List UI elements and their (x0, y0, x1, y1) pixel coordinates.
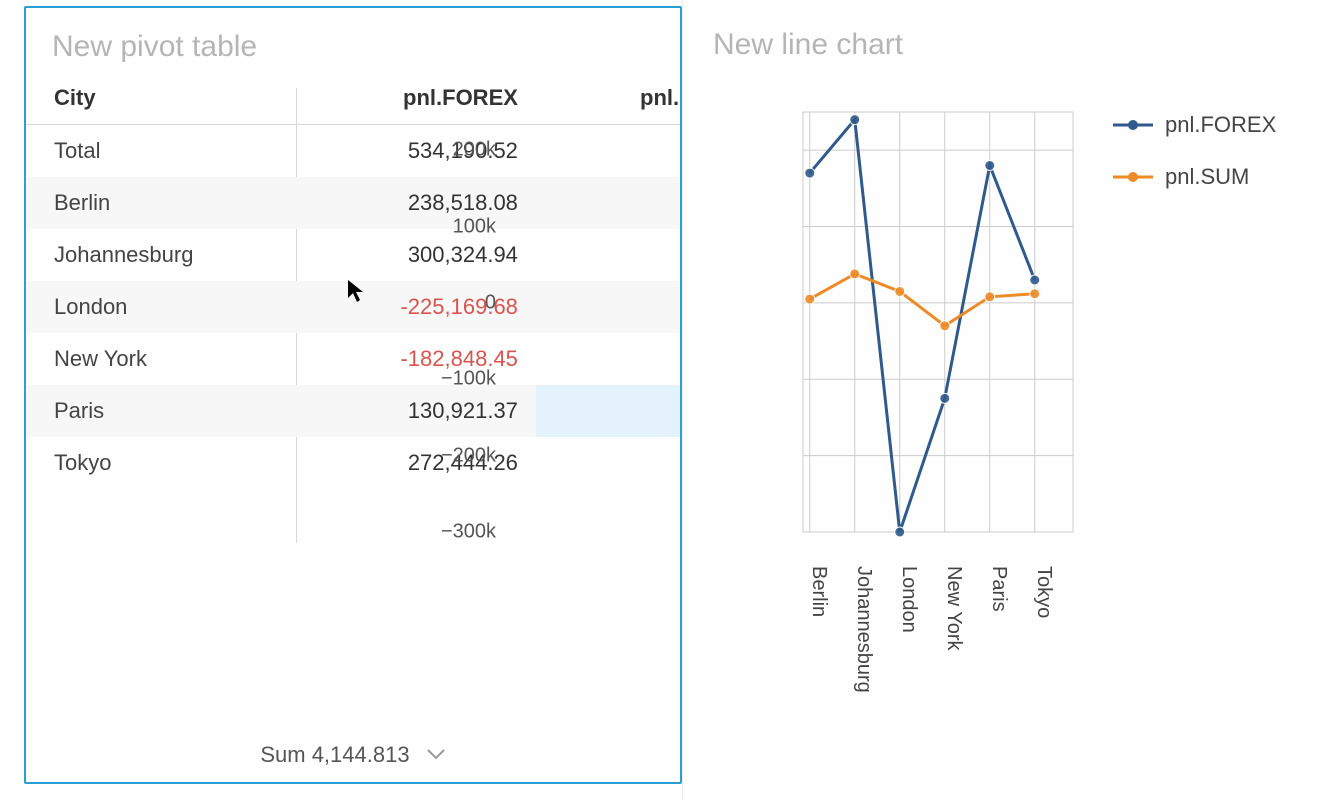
pivot-title: New pivot table (26, 8, 680, 72)
x-tick-label: Berlin (785, 562, 830, 693)
table-row[interactable]: Tokyo272,444.2619, (26, 437, 680, 489)
x-tick-label: London (875, 562, 920, 693)
city-cell[interactable]: Tokyo (26, 437, 276, 489)
chart-legend: pnl.FOREX pnl.SUM (1113, 112, 1276, 216)
city-cell[interactable]: New York (26, 333, 276, 385)
y-tick-label: −300k (416, 521, 496, 544)
forex-cell[interactable]: -225,169.68 (276, 281, 536, 333)
y-tick-label: 0 (416, 291, 496, 314)
pivot-table[interactable]: City pnl.FOREX pnl.SUM Total534,190.5253… (26, 72, 680, 489)
table-row[interactable]: New York-182,848.45-37, (26, 333, 680, 385)
forex-cell[interactable]: 238,518.08 (276, 177, 536, 229)
x-tick-label: Johannesburg (830, 562, 875, 693)
table-row[interactable]: Berlin238,518.087, (26, 177, 680, 229)
sum-cell[interactable]: 23, (536, 281, 680, 333)
forex-cell[interactable]: -182,848.45 (276, 333, 536, 385)
legend-item-sum[interactable]: pnl.SUM (1113, 164, 1276, 190)
table-row[interactable]: London-225,169.6823, (26, 281, 680, 333)
sum-cell[interactable]: 4, (536, 385, 680, 437)
forex-cell[interactable]: 300,324.94 (276, 229, 536, 281)
city-cell[interactable]: Berlin (26, 177, 276, 229)
forex-cell[interactable]: 130,921.37 (276, 385, 536, 437)
x-tick-label: Paris (965, 562, 1010, 693)
city-cell[interactable]: Total (26, 125, 276, 178)
col-header-forex[interactable]: pnl.FOREX (276, 72, 536, 125)
legend-item-forex[interactable]: pnl.FOREX (1113, 112, 1276, 138)
sum-cell[interactable]: 7, (536, 177, 680, 229)
line-chart-panel: New line chart 200k100k0−100k−200k−300k … (682, 0, 1330, 800)
legend-label: pnl.SUM (1165, 164, 1249, 190)
table-row[interactable]: Paris130,921.374, (26, 385, 680, 437)
legend-swatch-icon (1113, 119, 1153, 131)
col-header-sum[interactable]: pnl.SUM (536, 72, 680, 125)
sum-cell[interactable]: 19, (536, 437, 680, 489)
sum-cell[interactable]: 53, (536, 125, 680, 178)
y-tick-label: 100k (416, 215, 496, 238)
table-row[interactable]: Total534,190.5253, (26, 125, 680, 178)
col-header-city[interactable]: City (26, 72, 276, 125)
y-tick-label: 200k (416, 139, 496, 162)
chart-plot-area[interactable]: 200k100k0−100k−200k−300k BerlinJohannesb… (723, 102, 1083, 552)
footer-value: 4,144.813 (312, 742, 410, 767)
y-tick-label: −100k (416, 368, 496, 391)
city-cell[interactable]: Paris (26, 385, 276, 437)
x-tick-label: New York (920, 562, 965, 693)
pivot-table-panel[interactable]: New pivot table City pnl.FOREX pnl.SUM T… (24, 6, 682, 784)
x-tick-label: Tokyo (1010, 562, 1055, 693)
line-chart-svg (723, 102, 1083, 552)
legend-swatch-icon (1113, 171, 1153, 183)
forex-cell[interactable]: 272,444.26 (276, 437, 536, 489)
y-tick-label: −200k (416, 444, 496, 467)
forex-cell[interactable]: 534,190.52 (276, 125, 536, 178)
chevron-down-icon[interactable] (426, 740, 446, 766)
legend-label: pnl.FOREX (1165, 112, 1276, 138)
footer-label: Sum (260, 742, 305, 767)
city-cell[interactable]: Johannesburg (26, 229, 276, 281)
table-row[interactable]: Johannesburg300,324.9435, (26, 229, 680, 281)
chart-title: New line chart (713, 28, 1310, 62)
city-cell[interactable]: London (26, 281, 276, 333)
sum-cell[interactable]: -37, (536, 333, 680, 385)
pivot-footer-summary[interactable]: Sum 4,144.813 (26, 742, 680, 768)
sum-cell[interactable]: 35, (536, 229, 680, 281)
